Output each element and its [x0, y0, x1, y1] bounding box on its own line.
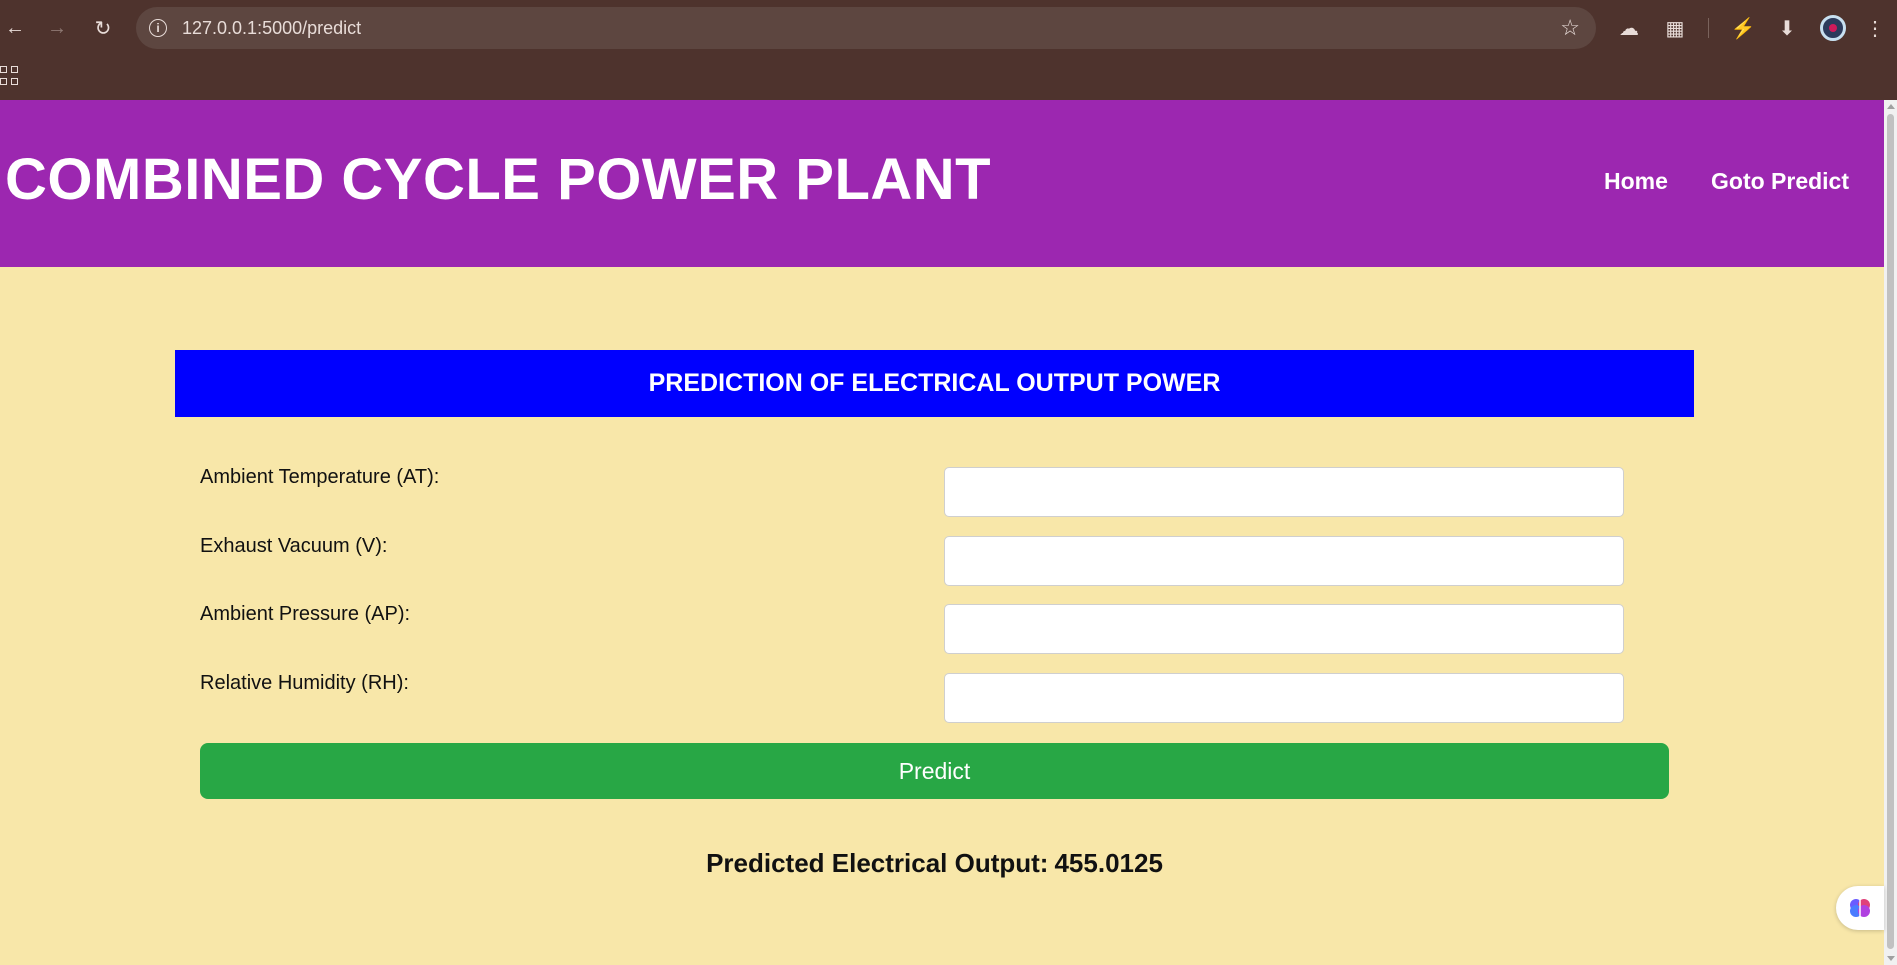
cloud-icon[interactable]: ☁	[1614, 13, 1644, 43]
speed-icon[interactable]: ⚡	[1728, 13, 1758, 43]
result-value: 455.0125	[1054, 848, 1163, 878]
scroll-up-icon[interactable]	[1887, 104, 1895, 109]
field-label-ambient-temperature: Ambient Temperature (AT):	[200, 466, 440, 488]
address-url[interactable]: 127.0.0.1:5000/predict	[182, 18, 361, 39]
site-title: COMBINED CYCLE POWER PLANT	[5, 147, 992, 212]
site-info-icon[interactable]: i	[149, 19, 167, 37]
toolbar-separator	[1708, 18, 1709, 38]
apps-grid-icon[interactable]	[0, 66, 20, 86]
bookmarks-bar	[0, 56, 1897, 100]
relative-humidity-input[interactable]	[944, 673, 1624, 723]
profile-avatar[interactable]	[1820, 15, 1846, 41]
puzzle-icon[interactable]: ▦	[1660, 13, 1690, 43]
address-bar[interactable]: i 127.0.0.1:5000/predict ☆	[136, 7, 1596, 49]
scrollbar-thumb[interactable]	[1887, 114, 1894, 949]
back-arrow-icon[interactable]: ←	[0, 13, 30, 43]
nav-home-link[interactable]: Home	[1604, 168, 1668, 195]
site-header: COMBINED CYCLE POWER PLANT Home Goto Pre…	[0, 100, 1884, 267]
ambient-pressure-input[interactable]	[944, 604, 1624, 654]
ambient-temperature-input[interactable]	[944, 467, 1624, 517]
field-label-ambient-pressure: Ambient Pressure (AP):	[200, 603, 411, 625]
download-icon[interactable]: ⬇	[1772, 13, 1802, 43]
predict-button[interactable]: Predict	[200, 743, 1669, 799]
kebab-menu-icon[interactable]: ⋮	[1860, 13, 1890, 43]
result-label: Predicted Electrical Output:	[706, 848, 1049, 878]
brain-icon	[1850, 899, 1870, 917]
bookmark-star-icon[interactable]: ☆	[1560, 15, 1580, 41]
browser-chrome: ← → ↻ i 127.0.0.1:5000/predict ☆ ☁ ▦ ⚡ ⬇…	[0, 0, 1897, 100]
exhaust-vacuum-input[interactable]	[944, 536, 1624, 586]
page-scrollbar[interactable]	[1884, 100, 1897, 965]
browser-toolbar: ← → ↻ i 127.0.0.1:5000/predict ☆ ☁ ▦ ⚡ ⬇…	[0, 0, 1897, 56]
field-label-exhaust-vacuum: Exhaust Vacuum (V):	[200, 535, 388, 557]
forward-arrow-icon[interactable]: →	[42, 13, 72, 43]
prediction-result: Predicted Electrical Output: 455.0125	[0, 848, 1869, 879]
floating-assistant-button[interactable]	[1836, 886, 1884, 930]
scroll-down-icon[interactable]	[1887, 956, 1895, 961]
reload-icon[interactable]: ↻	[88, 13, 118, 43]
nav-goto-predict-link[interactable]: Goto Predict	[1711, 168, 1849, 195]
form-banner: PREDICTION OF ELECTRICAL OUTPUT POWER	[175, 350, 1694, 417]
field-label-relative-humidity: Relative Humidity (RH):	[200, 672, 409, 694]
